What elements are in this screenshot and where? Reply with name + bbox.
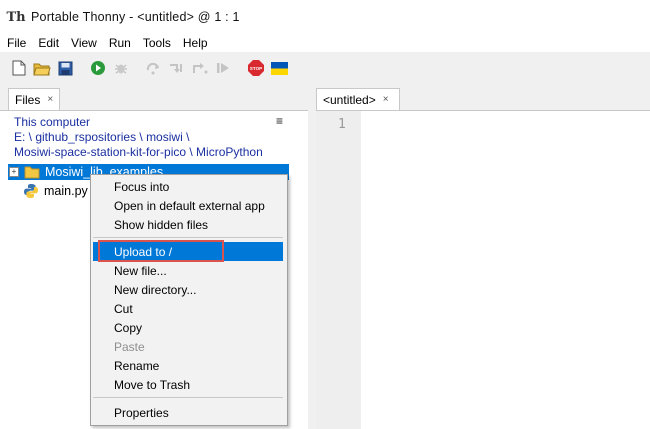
python-file-icon: [24, 184, 38, 198]
step-over-icon[interactable]: [143, 57, 165, 79]
stop-icon[interactable]: STOP: [245, 57, 267, 79]
code-editor[interactable]: 1: [316, 110, 650, 429]
stop-label: STOP: [250, 66, 262, 71]
tab-untitled[interactable]: <untitled> ×: [316, 88, 400, 110]
tree-item-file[interactable]: main.py: [8, 183, 88, 199]
menu-item-copy[interactable]: Copy: [93, 318, 283, 337]
menu-separator: [93, 237, 283, 238]
menu-item-rename[interactable]: Rename: [93, 356, 283, 375]
panel-menu-icon[interactable]: ≡: [276, 114, 283, 128]
menu-file[interactable]: File: [0, 36, 31, 50]
menu-separator: [93, 397, 283, 398]
file-location: This computer E: \ github_rspositories \…: [14, 115, 263, 160]
title-bar: Th Portable Thonny - <untitled> @ 1 : 1: [0, 0, 650, 34]
menu-item-new-file[interactable]: New file...: [93, 261, 283, 280]
run-icon[interactable]: [87, 57, 109, 79]
window-title: Portable Thonny - <untitled> @ 1 : 1: [31, 10, 240, 24]
line-gutter: 1: [316, 111, 361, 429]
menu-run[interactable]: Run: [102, 36, 136, 50]
location-title[interactable]: This computer: [14, 115, 263, 130]
menu-item-show-hidden[interactable]: Show hidden files: [93, 215, 283, 234]
toolbar: STOP: [0, 52, 650, 84]
line-number: 1: [338, 117, 346, 132]
editor-tab-label: <untitled>: [323, 92, 376, 107]
expand-icon[interactable]: +: [9, 167, 19, 177]
ukraine-flag-icon[interactable]: [268, 57, 290, 79]
menu-item-paste: Paste: [114, 339, 145, 354]
tab-files[interactable]: Files ×: [8, 88, 60, 110]
new-file-icon[interactable]: [8, 57, 30, 79]
close-icon[interactable]: ×: [47, 94, 53, 105]
menu-item-move-to-trash[interactable]: Move to Trash: [93, 375, 283, 394]
thonny-icon: Th: [6, 9, 26, 25]
menu-edit[interactable]: Edit: [31, 36, 64, 50]
debug-icon[interactable]: [110, 57, 132, 79]
context-menu: Focus into Open in default external app …: [90, 174, 288, 426]
menu-help[interactable]: Help: [176, 36, 213, 50]
menu-item-cut[interactable]: Cut: [93, 299, 283, 318]
path-line-2[interactable]: Mosiwi-space-station-kit-for-pico \ Micr…: [14, 145, 263, 160]
folder-icon: [24, 166, 40, 179]
menu-item-new-directory[interactable]: New directory...: [93, 280, 283, 299]
menu-item-open-external[interactable]: Open in default external app: [93, 196, 283, 215]
tree-item-label: main.py: [44, 184, 88, 198]
menu-view[interactable]: View: [64, 36, 102, 50]
menu-item-properties[interactable]: Properties: [93, 403, 283, 422]
tab-files-label: Files: [15, 92, 41, 107]
close-icon[interactable]: ×: [383, 94, 389, 105]
menu-tools[interactable]: Tools: [136, 36, 176, 50]
step-into-icon[interactable]: [166, 57, 188, 79]
menu-bar: File Edit View Run Tools Help: [0, 34, 650, 52]
step-out-icon[interactable]: [189, 57, 211, 79]
resume-icon[interactable]: [212, 57, 234, 79]
open-folder-icon[interactable]: [31, 57, 53, 79]
path-line-1[interactable]: E: \ github_rspositories \ mosiwi \: [14, 130, 263, 145]
menu-item-upload[interactable]: Upload to /: [93, 242, 283, 261]
menu-item-focus-into[interactable]: Focus into: [93, 177, 283, 196]
editor-panel: <untitled> × 1: [316, 84, 650, 429]
save-icon[interactable]: [54, 57, 76, 79]
